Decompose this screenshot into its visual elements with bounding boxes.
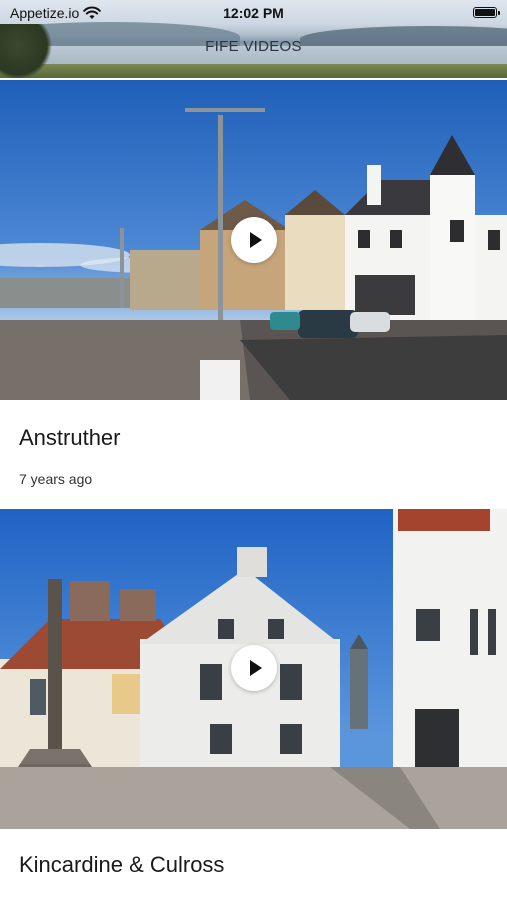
app-title: FIFE VIDEOS bbox=[205, 38, 302, 55]
video-date: 7 years ago bbox=[19, 471, 93, 487]
video-thumbnail[interactable] bbox=[0, 509, 507, 829]
video-title[interactable]: Anstruther bbox=[19, 425, 121, 451]
status-time: 12:02 PM bbox=[223, 5, 284, 21]
video-thumbnail[interactable] bbox=[0, 80, 507, 400]
video-title[interactable]: Kincardine & Culross bbox=[19, 852, 224, 878]
video-card[interactable]: Kincardine & Culross bbox=[0, 509, 507, 877]
status-bar: Appetize.io 12:02 PM bbox=[0, 0, 507, 26]
play-button[interactable] bbox=[231, 645, 277, 691]
play-button[interactable] bbox=[231, 217, 277, 263]
play-icon bbox=[249, 232, 262, 248]
video-card[interactable]: Anstruther 7 years ago bbox=[0, 80, 507, 487]
banner-shore bbox=[0, 64, 507, 78]
play-icon bbox=[249, 660, 262, 676]
battery-icon bbox=[473, 7, 500, 18]
header-banner: Appetize.io 12:02 PM FIFE VIDEOS bbox=[0, 0, 507, 78]
